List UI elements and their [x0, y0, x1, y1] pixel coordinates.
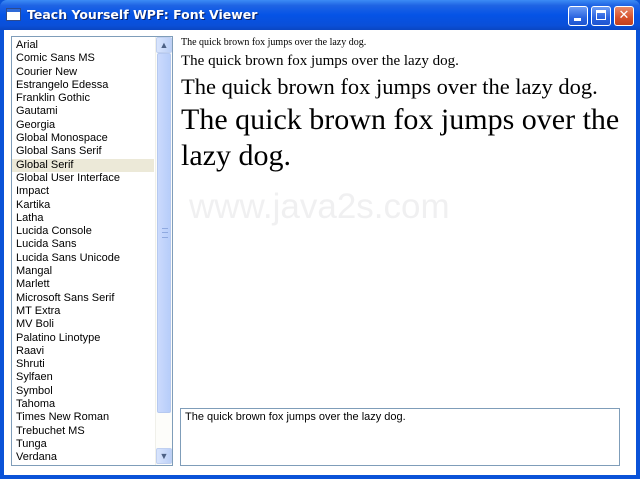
minimize-button[interactable] [568, 6, 588, 26]
list-item[interactable]: Marlett [12, 278, 154, 291]
font-listbox[interactable]: Arial Comic Sans MS Courier New Estrangelo … [11, 36, 173, 466]
list-item[interactable]: Palatino Linotype [12, 332, 154, 345]
app-window: Teach Yourself WPF: Font Viewer ✕ Arial C… [0, 0, 640, 479]
list-item[interactable]: Lucida Sans [12, 238, 154, 251]
list-item[interactable]: MT Extra [12, 305, 154, 318]
list-item[interactable]: Shruti [12, 358, 154, 371]
minimize-icon [574, 18, 581, 21]
list-item[interactable]: Microsoft Sans Serif [12, 292, 154, 305]
list-item[interactable]: Lucida Sans Unicode [12, 252, 154, 265]
watermark: www.java2s.com [189, 187, 450, 226]
list-item[interactable]: Symbol [12, 385, 154, 398]
scroll-thumb[interactable] [157, 53, 171, 413]
list-item[interactable]: Raavi [12, 345, 154, 358]
list-item[interactable]: Tunga [12, 438, 154, 451]
preview-line-large: The quick brown fox jumps over the lazy … [181, 74, 598, 99]
list-item[interactable]: Impact [12, 185, 154, 198]
maximize-button[interactable] [591, 6, 611, 26]
window-title: Teach Yourself WPF: Font Viewer [27, 7, 258, 22]
list-item[interactable]: Global Sans Serif [12, 145, 154, 158]
list-item[interactable]: Global Serif [12, 158, 154, 172]
grip-icon [162, 228, 168, 238]
maximize-icon [596, 10, 606, 20]
vertical-scrollbar[interactable]: ▲ ▼ [155, 37, 172, 465]
list-item[interactable]: Gautami [12, 105, 154, 118]
list-item[interactable]: Global User Interface [12, 172, 154, 185]
list-item[interactable]: MV Boli [12, 318, 154, 331]
close-button[interactable]: ✕ [614, 6, 634, 26]
close-icon: ✕ [618, 8, 630, 23]
preview-line-xlarge: The quick brown fox jumps over the lazy … [181, 103, 620, 172]
list-item[interactable]: Estrangelo Edessa [12, 79, 154, 92]
list-item[interactable]: Tahoma [12, 398, 154, 411]
list-item[interactable]: Arial [12, 39, 154, 52]
list-item[interactable]: Trebuchet MS [12, 425, 154, 438]
list-item[interactable]: Franklin Gothic [12, 92, 154, 105]
font-list: Arial Comic Sans MS Courier New Estrangelo … [12, 39, 154, 465]
window-icon[interactable] [6, 8, 21, 21]
scroll-up-button[interactable]: ▲ [156, 37, 172, 53]
preview-line-medium: The quick brown fox jumps over the lazy … [181, 53, 459, 69]
list-item[interactable]: Georgia [12, 119, 154, 132]
list-item[interactable]: Comic Sans MS [12, 52, 154, 65]
title-bar[interactable]: Teach Yourself WPF: Font Viewer ✕ [0, 0, 640, 30]
font-preview: The quick brown fox jumps over the lazy … [181, 36, 621, 174]
chevron-down-icon: ▼ [159, 451, 169, 461]
list-item[interactable]: Sylfaen [12, 371, 154, 384]
list-item[interactable]: Kartika [12, 199, 154, 212]
chevron-up-icon: ▲ [159, 40, 169, 50]
scroll-down-button[interactable]: ▼ [156, 448, 172, 464]
list-item[interactable]: Global Monospace [12, 132, 154, 145]
list-item[interactable]: Lucida Console [12, 225, 154, 238]
list-item[interactable]: Mangal [12, 265, 154, 278]
list-item[interactable]: Verdana [12, 451, 154, 464]
list-item[interactable]: Times New Roman [12, 411, 154, 424]
list-item[interactable]: Courier New [12, 66, 154, 79]
sample-text-input[interactable]: The quick brown fox jumps over the lazy … [180, 408, 620, 466]
client-area: Arial Comic Sans MS Courier New Estrangelo … [4, 30, 636, 475]
preview-line-small: The quick brown fox jumps over the lazy … [181, 37, 367, 48]
list-item[interactable]: Latha [12, 212, 154, 225]
